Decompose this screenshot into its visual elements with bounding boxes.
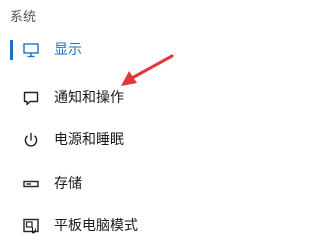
- sidebar-item-power-sleep[interactable]: 电源和睡眠: [0, 124, 200, 156]
- section-title: 系统: [10, 10, 37, 25]
- sidebar-item-tablet-mode[interactable]: 平板电脑模式: [0, 210, 200, 242]
- notification-icon: [22, 89, 40, 107]
- sidebar-item-label: 存储: [54, 176, 82, 192]
- monitor-icon: [22, 41, 40, 59]
- power-icon: [22, 131, 40, 149]
- tablet-mode-icon: [22, 217, 40, 235]
- sidebar-item-storage[interactable]: 存储: [0, 168, 200, 200]
- sidebar-item-notifications[interactable]: 通知和操作: [0, 82, 200, 114]
- sidebar-item-label: 电源和睡眠: [54, 132, 124, 148]
- sidebar-item-display[interactable]: 显示: [0, 34, 200, 66]
- sidebar-item-label: 通知和操作: [54, 90, 124, 106]
- sidebar-item-label: 显示: [54, 42, 82, 58]
- sidebar-item-label: 平板电脑模式: [54, 218, 138, 234]
- storage-icon: [22, 175, 40, 193]
- selection-indicator: [10, 40, 13, 60]
